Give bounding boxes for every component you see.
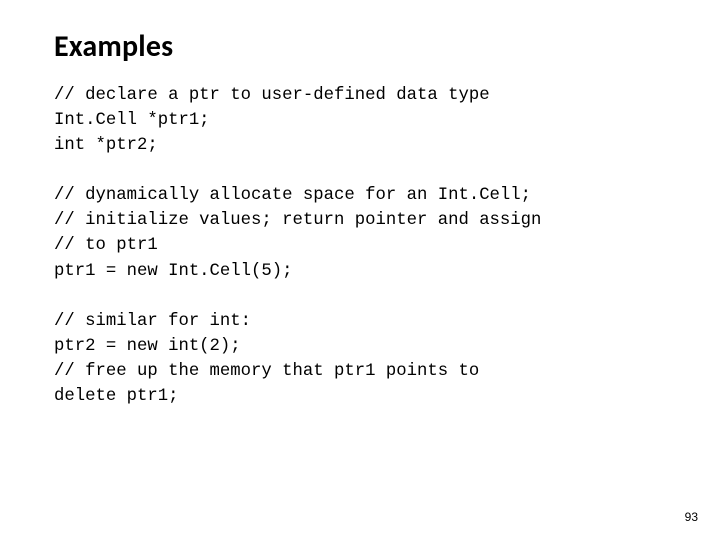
code-line: // declare a ptr to user-defined data ty… bbox=[54, 86, 490, 105]
slide: Examples // declare a ptr to user-define… bbox=[0, 0, 720, 540]
code-block: // declare a ptr to user-defined data ty… bbox=[54, 83, 666, 409]
code-line: int *ptr2; bbox=[54, 136, 158, 155]
code-line: delete ptr1; bbox=[54, 387, 178, 406]
code-line: // to ptr1 bbox=[54, 236, 158, 255]
slide-title: Examples bbox=[54, 28, 666, 65]
code-line: // dynamically allocate space for an Int… bbox=[54, 186, 531, 205]
page-number: 93 bbox=[685, 510, 698, 524]
code-line: // initialize values; return pointer and… bbox=[54, 211, 541, 230]
code-line: // free up the memory that ptr1 points t… bbox=[54, 362, 479, 381]
code-line: ptr1 = new Int.Cell(5); bbox=[54, 262, 293, 281]
code-line: Int.Cell *ptr1; bbox=[54, 111, 210, 130]
code-line: ptr2 = new int(2); bbox=[54, 337, 241, 356]
code-line: // similar for int: bbox=[54, 312, 251, 331]
